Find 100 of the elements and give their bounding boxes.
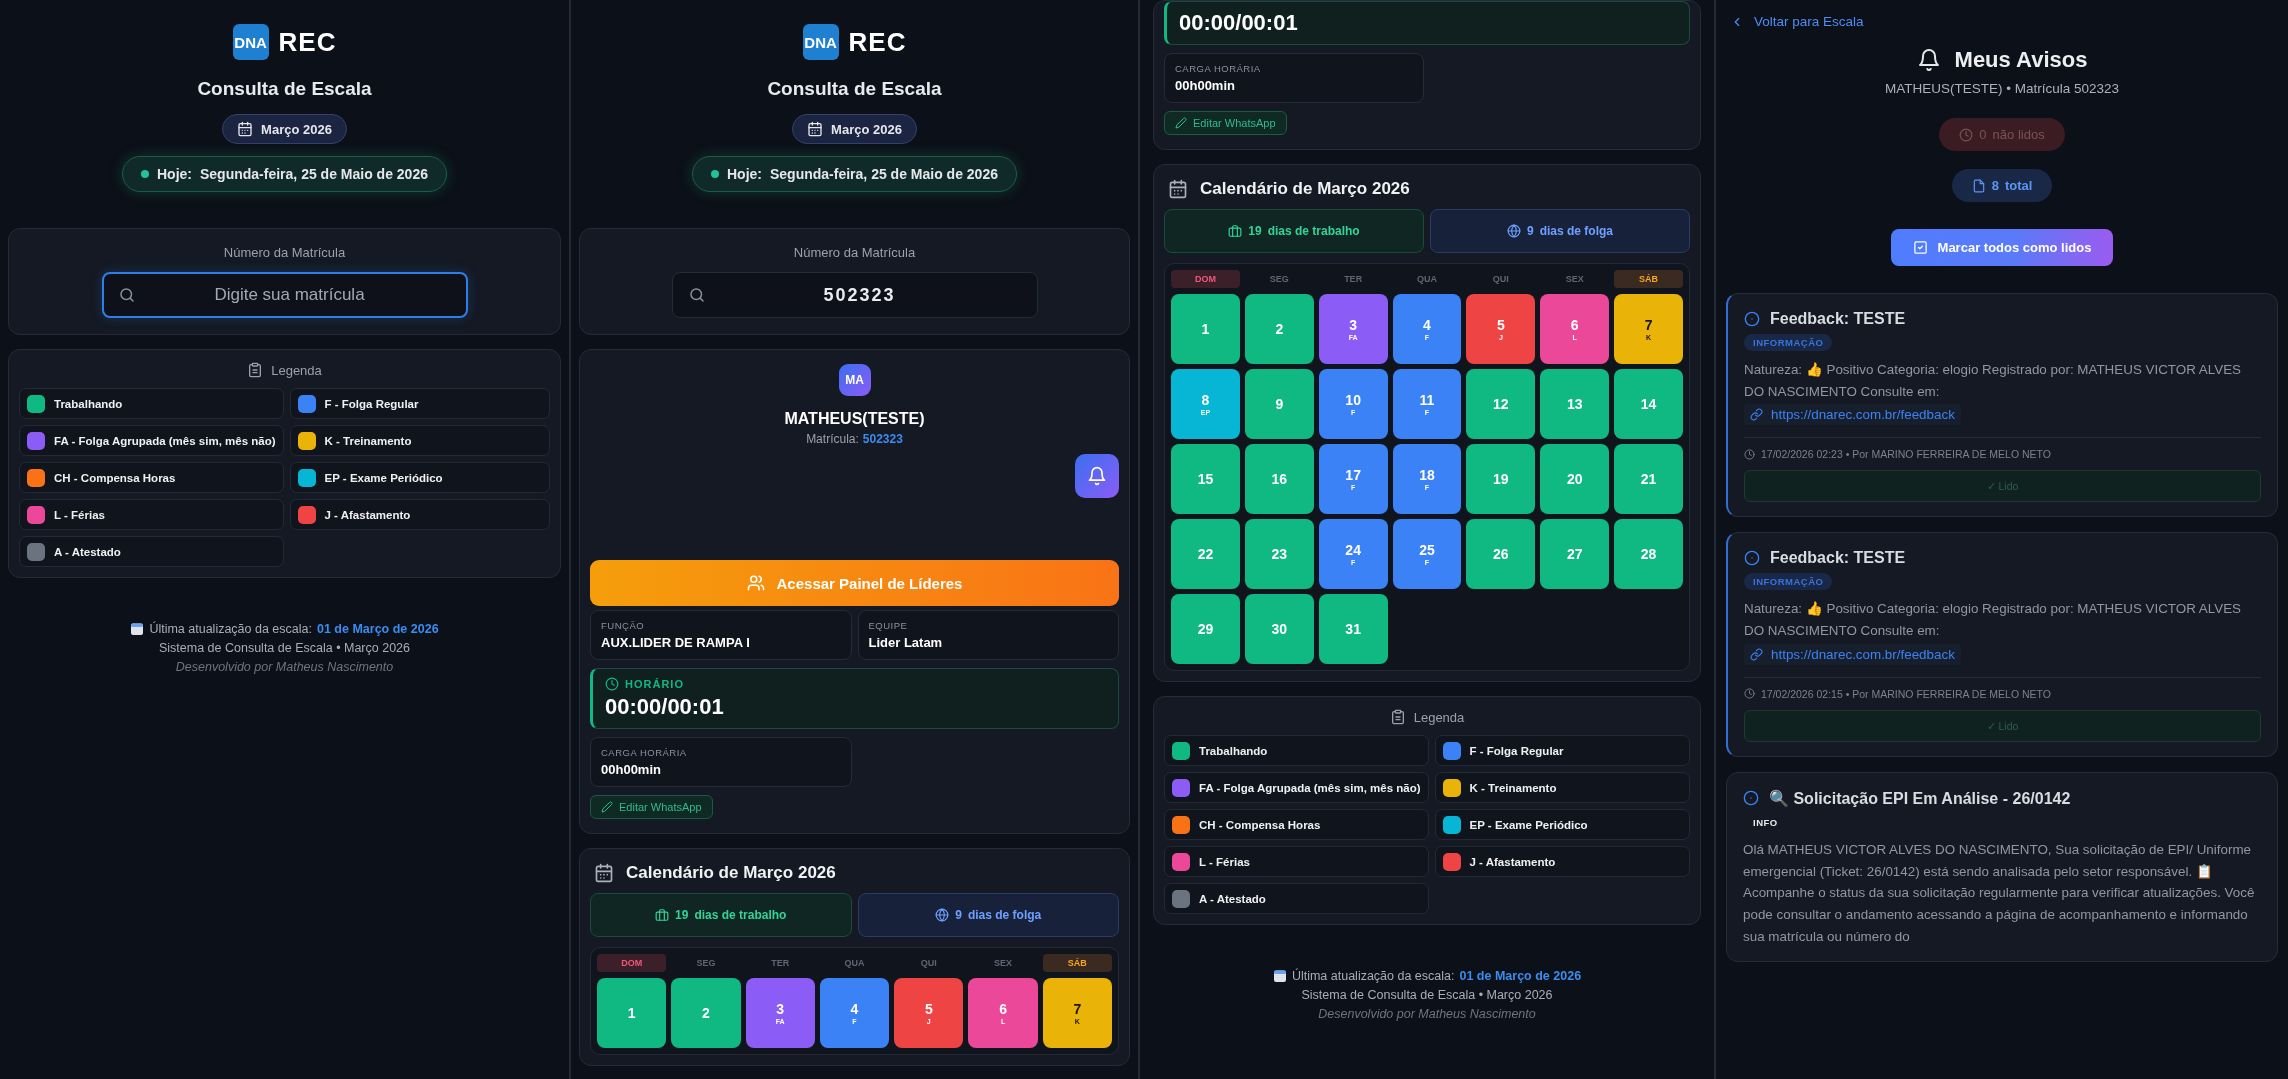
calendar-day[interactable]: 28 [1614, 519, 1683, 589]
unread-label: não lidos [1992, 127, 2045, 142]
feedback-link[interactable]: https://dnarec.com.br/feedback [1744, 643, 1961, 665]
leaders-panel-button[interactable]: Acessar Painel de Líderes [590, 560, 1119, 606]
calendar-day[interactable]: 1 [1171, 294, 1240, 364]
notice-title: 🔍 Solicitação EPI Em Análise - 26/0142 [1769, 788, 2071, 808]
page-title: Consulta de Escala [197, 78, 372, 100]
calendar-day[interactable]: 20 [1540, 444, 1610, 514]
info-value: 00h00min [601, 762, 662, 777]
days-off-count: 9 [955, 908, 962, 922]
checkbox-icon [1912, 240, 1928, 255]
calendar-day[interactable]: 15 [1171, 444, 1240, 514]
weekday-label: TER [770, 957, 791, 970]
weekday-label: DOM [597, 954, 667, 972]
total-label: total [2004, 178, 2033, 193]
weekday-label: QUI [919, 957, 938, 970]
calendar-icon [594, 863, 614, 883]
legend-label: FA - Folga Agrupada (mês sim, mês não) [1199, 781, 1421, 794]
link-icon [1750, 408, 1763, 422]
app-name: REC [848, 26, 907, 58]
search-field[interactable]: 502323 [671, 272, 1038, 318]
calendar-day[interactable]: 2 [671, 978, 741, 1048]
notifications-button[interactable] [1075, 454, 1119, 498]
total-count: 8 [1991, 178, 1999, 193]
legend-label: FA - Folga Agrupada (mês sim, mês não) [54, 434, 276, 447]
system-text: Sistema de Consulta de Escala • Março 2026 [1301, 988, 1553, 1002]
calendar-day[interactable]: 2 [1244, 294, 1314, 364]
legend-label: J - Afastamento [1469, 855, 1556, 868]
calendar-day[interactable]: 14 [1614, 369, 1683, 439]
calendar-title: Calendário de Março 2026 [1200, 179, 1410, 199]
info-label: CARGA HORÁRIA [601, 747, 688, 758]
logo-mark: DNA [802, 24, 839, 60]
info-icon [1744, 550, 1760, 567]
calendar-day[interactable]: 27 [1540, 519, 1610, 589]
weekday-label: DOM [1171, 270, 1240, 288]
calendar-icon [807, 121, 824, 137]
briefcase-icon [655, 908, 670, 922]
field-label: Número da Matrícula [793, 245, 916, 260]
clock-icon [1959, 127, 1974, 142]
calendar-icon [1272, 969, 1287, 983]
notice-subtitle: MATHEUS(TESTE) • Matrícula 502323 [1883, 81, 2120, 96]
calendar-day[interactable]: 26 [1466, 519, 1536, 589]
legend-label: EP - Exame Periódico [1469, 818, 1588, 831]
read-button[interactable]: ✓ Lido [1744, 470, 2261, 503]
month-label: Março 2026 [261, 121, 332, 137]
clock-icon [1744, 688, 1755, 700]
legend-label: A - Atestado [1199, 892, 1266, 905]
days-off-label: dias de folga [967, 908, 1042, 922]
calendar-title: Calendário de Março 2026 [626, 863, 836, 883]
mark-all-read-button[interactable]: Marcar todos como lidos [1890, 229, 2114, 266]
days-off-count: 9 [1526, 224, 1534, 238]
clock-icon [605, 677, 619, 691]
clipboard-icon [247, 362, 264, 378]
status-dot-icon [141, 170, 149, 178]
today-date: Segunda-feira, 25 de Maio de 2026 [770, 166, 998, 182]
file-icon [1971, 178, 1986, 193]
matricula-label: Matrícula: [806, 432, 859, 446]
search-field[interactable]: Digite sua matrícula [101, 272, 468, 318]
notice-title: Feedback: TESTE [1770, 310, 1906, 328]
calendar-day[interactable]: 22 [1171, 519, 1240, 589]
globe-icon [935, 908, 950, 922]
legend-label: EP - Exame Periódico [324, 471, 443, 484]
legend-label: L - Férias [1199, 855, 1250, 868]
weekday-label: SÁB [1614, 270, 1683, 288]
calendar-day[interactable]: 9 [1244, 369, 1314, 439]
update-date: 01 de Março de 2026 [1459, 969, 1582, 983]
work-days-label: dias de trabalho [694, 908, 787, 922]
today-label: Hoje: [727, 166, 762, 182]
calendar-day[interactable]: 31 [1318, 594, 1388, 664]
unread-count: 0 [1979, 127, 1987, 142]
notice-tag: INFO [1743, 813, 1787, 831]
weekday-label: QUA [1416, 273, 1438, 286]
info-label: FUNÇÃO [601, 620, 646, 631]
calendar-day[interactable]: 12 [1466, 369, 1536, 439]
calendar-day[interactable]: 23 [1244, 519, 1314, 589]
calendar-day[interactable]: 1 [597, 978, 667, 1048]
calendar-day[interactable]: 30 [1244, 594, 1314, 664]
days-off-label: dias de folga [1539, 224, 1613, 238]
feedback-link[interactable]: https://dnarec.com.br/feedback [1744, 404, 1961, 426]
page-title: Consulta de Escala [767, 78, 942, 100]
legend-title: Legenda [1413, 709, 1465, 725]
user-name: MATHEUS(TESTE) [784, 410, 925, 428]
read-button[interactable]: ✓ Lido [1744, 709, 2261, 742]
legend-label: CH - Compensa Horas [1199, 818, 1321, 831]
calendar-day[interactable]: 21 [1614, 444, 1683, 514]
legend-label: L - Férias [54, 508, 105, 521]
notice-tag: INFORMAÇÃO [1744, 334, 1833, 351]
info-label: EQUIPE [868, 620, 909, 631]
info-value: Lider Latam [868, 635, 944, 650]
link-icon [1750, 647, 1763, 661]
field-label: Número da Matrícula [223, 245, 346, 260]
back-link[interactable]: Voltar para Escala [1730, 14, 1864, 29]
edit-whatsapp-button[interactable]: Editar WhatsApp [590, 795, 713, 819]
calendar-day[interactable]: 19 [1466, 444, 1536, 514]
info-value: 00h00min [1175, 78, 1236, 93]
calendar-day[interactable]: 16 [1244, 444, 1314, 514]
update-date: 01 de Março de 2026 [317, 622, 439, 636]
calendar-day[interactable]: 29 [1171, 594, 1240, 664]
edit-whatsapp-button[interactable]: Editar WhatsApp [1164, 111, 1287, 135]
calendar-day[interactable]: 13 [1540, 369, 1610, 439]
